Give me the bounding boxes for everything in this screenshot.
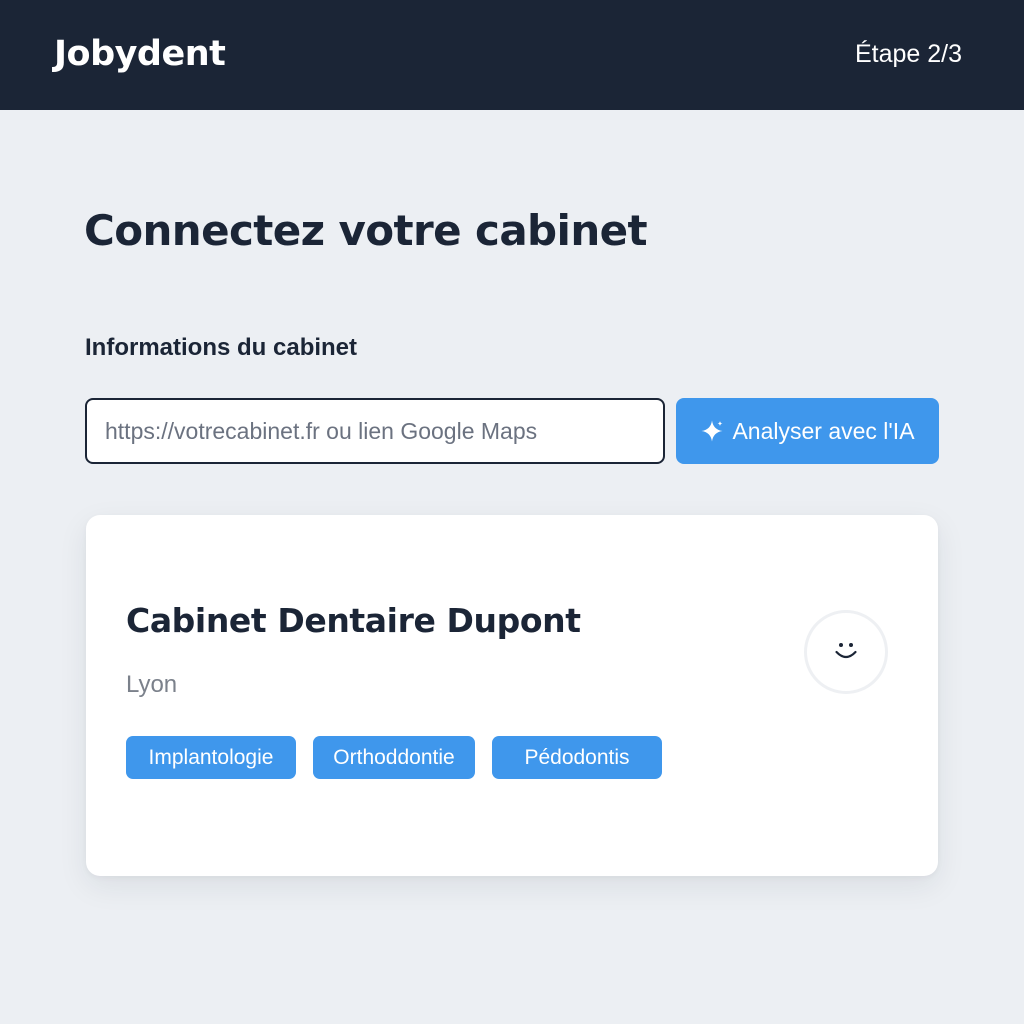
avatar	[804, 610, 888, 694]
url-field[interactable]	[85, 398, 665, 464]
analyze-with-ai-button[interactable]: Analyser avec l'IA	[676, 398, 939, 464]
specialty-tag[interactable]: Orthoddontie	[313, 736, 475, 779]
cabinet-name: Cabinet Dentaire Dupont	[126, 601, 581, 640]
specialty-tags: Implantologie Orthoddontie Pédodontis	[126, 736, 662, 779]
specialty-tag[interactable]: Pédodontis	[492, 736, 662, 779]
top-bar: Jobydent Étape 2/3	[0, 0, 1024, 110]
sparkle-icon	[700, 419, 724, 443]
specialty-tag[interactable]: Implantologie	[126, 736, 296, 779]
app-logo[interactable]: Jobydent	[54, 32, 226, 76]
cabinet-card: Cabinet Dentaire Dupont Lyon Implantolog…	[86, 515, 938, 876]
page-title: Connectez votre cabinet	[84, 206, 648, 255]
analyze-button-label: Analyser avec l'IA	[732, 417, 915, 444]
url-input[interactable]	[87, 400, 663, 462]
section-label: Informations du cabinet	[85, 334, 358, 361]
cabinet-city: Lyon	[126, 671, 178, 698]
step-indicator: Étape 2/3	[854, 40, 962, 68]
smiley-icon	[830, 634, 862, 671]
